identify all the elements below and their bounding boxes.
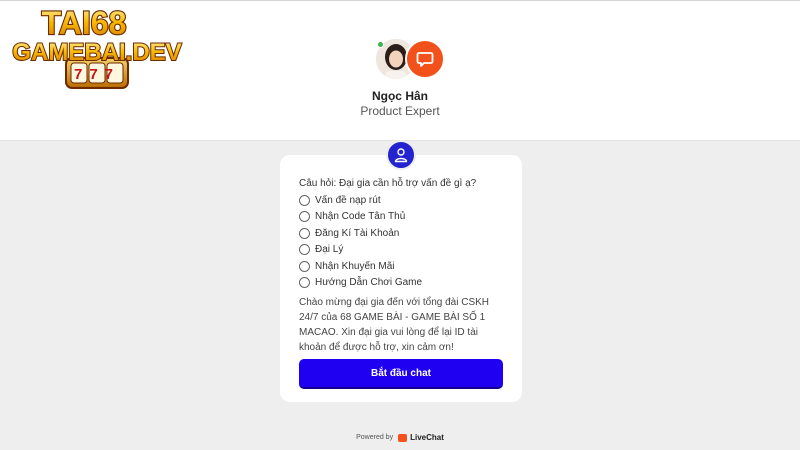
option-label: Vấn đề nạp rút — [315, 194, 381, 206]
user-icon — [386, 140, 416, 170]
welcome-message: Chào mừng đại gia đến với tổng đài CSKH … — [299, 297, 490, 353]
top-border — [0, 0, 800, 1]
livechat-logo-icon — [398, 433, 408, 442]
radio-button[interactable] — [299, 244, 310, 256]
agent-name: Ngọc Hân — [371, 89, 428, 103]
livechat-bubble — [405, 39, 445, 79]
option-dang-ki[interactable]: Đăng Kí Tài Khoản — [299, 225, 509, 242]
powered-by-footer[interactable]: Powered by LiveChat — [300, 433, 500, 442]
svg-text:777: 777 — [74, 66, 120, 83]
start-chat-button[interactable]: Bắt đầu chat — [299, 359, 503, 389]
radio-button[interactable] — [299, 211, 310, 223]
radio-button[interactable] — [299, 227, 310, 239]
option-label: Nhận Code Tân Thủ — [315, 211, 406, 223]
svg-text:TAI68: TAI68 — [42, 5, 127, 41]
radio-button[interactable] — [299, 277, 310, 289]
agent-role: Product Expert — [360, 104, 440, 118]
chat-icon — [416, 52, 434, 67]
radio-button[interactable] — [299, 194, 310, 206]
tai68-logo: 777 TAI68 GAMEBAI.DEV — [11, 4, 183, 89]
option-dai-ly[interactable]: Đại Lý — [299, 242, 509, 259]
option-list: Vấn đề nạp rút Nhận Code Tân Thủ Đăng Kí… — [299, 192, 509, 291]
svg-text:GAMEBAI.DEV: GAMEBAI.DEV — [12, 39, 181, 66]
option-code-tan-thu[interactable]: Nhận Code Tân Thủ — [299, 209, 509, 226]
radio-button[interactable] — [299, 260, 310, 272]
form-question: Câu hỏi: Đại gia cần hỗ trợ vấn đề gì ạ? — [299, 178, 477, 189]
option-label: Đại Lý — [315, 244, 344, 256]
online-status-dot — [377, 41, 384, 48]
option-khuyen-mai[interactable]: Nhận Khuyến Mãi — [299, 258, 509, 275]
option-label: Nhận Khuyến Mãi — [315, 260, 395, 272]
powered-by-text: Powered by — [356, 434, 394, 441]
option-label: Đăng Kí Tài Khoản — [315, 227, 400, 239]
option-label: Hướng Dẫn Chơi Game — [315, 277, 423, 289]
livechat-brand: LiveChat — [410, 433, 444, 442]
option-nap-rut[interactable]: Vấn đề nạp rút — [299, 192, 509, 209]
option-huong-dan[interactable]: Hướng Dẫn Chơi Game — [299, 275, 509, 292]
